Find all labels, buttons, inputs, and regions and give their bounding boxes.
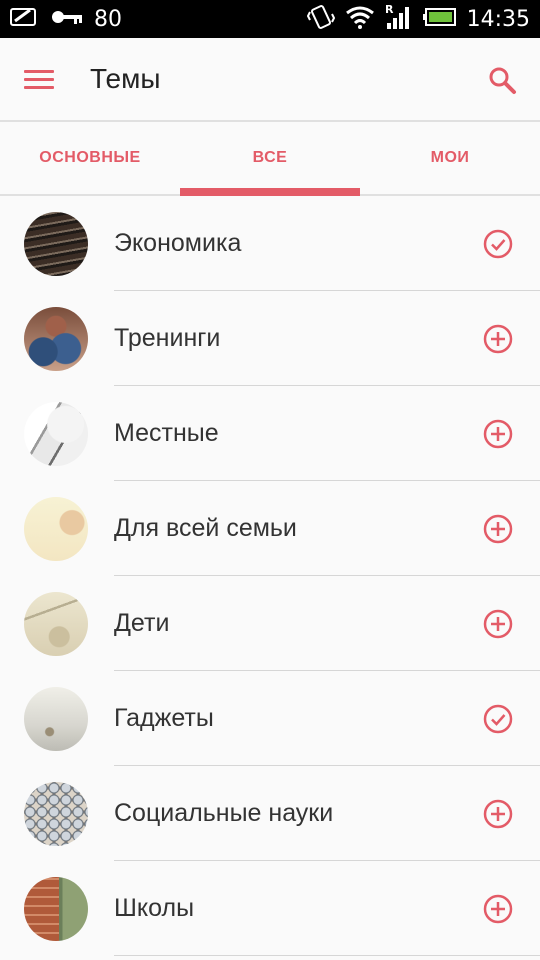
check-circle-icon <box>483 229 513 258</box>
search-button[interactable] <box>482 60 522 100</box>
topic-image <box>24 306 88 371</box>
add-circle-icon <box>483 324 513 353</box>
topic-image <box>24 591 88 656</box>
topic-image <box>24 686 88 751</box>
topics-list: Экономика Тренинги Местные Для всей семь… <box>0 196 540 956</box>
battery-percent: 80 <box>94 6 122 32</box>
search-icon <box>489 67 516 94</box>
check-circle-icon <box>483 704 513 733</box>
clock: 14:35 <box>466 6 530 32</box>
add-topic-button[interactable] <box>480 321 516 357</box>
list-item[interactable]: Для всей семьи <box>0 481 540 576</box>
page-title: Темы <box>90 63 161 94</box>
topic-label: Для всей семьи <box>114 514 297 542</box>
menu-button[interactable] <box>24 59 64 99</box>
add-circle-icon <box>483 894 513 923</box>
topic-label: Тренинги <box>114 324 221 352</box>
list-item[interactable]: Местные <box>0 386 540 481</box>
topic-label: Местные <box>114 419 219 447</box>
roaming-letter: R <box>385 3 394 16</box>
topic-label: Школы <box>114 894 195 922</box>
tab-mine[interactable]: МОИ <box>360 122 540 194</box>
add-topic-button[interactable] <box>480 416 516 452</box>
list-item[interactable]: Гаджеты <box>0 671 540 766</box>
topic-image <box>24 401 88 466</box>
topic-label: Гаджеты <box>114 704 214 732</box>
topic-image <box>24 781 88 846</box>
add-circle-icon <box>483 514 513 543</box>
signal-icon: R <box>385 3 413 35</box>
add-circle-icon <box>483 799 513 828</box>
battery-icon <box>422 7 457 31</box>
list-item[interactable]: Школы <box>0 861 540 956</box>
menu-icon <box>24 69 54 73</box>
tab-bar: ОСНОВНЫЕ ВСЕ МОИ <box>0 122 540 196</box>
add-circle-icon <box>483 419 513 448</box>
list-item[interactable]: Дети <box>0 576 540 671</box>
vibrate-icon <box>306 4 335 34</box>
tab-all[interactable]: ВСЕ <box>180 122 360 196</box>
wallet-icon <box>10 6 40 32</box>
topic-label: Социальные науки <box>114 799 334 827</box>
topic-label: Экономика <box>114 229 242 257</box>
topic-image <box>24 496 88 561</box>
status-right: R 14:35 <box>306 3 530 35</box>
add-topic-button[interactable] <box>480 796 516 832</box>
key-icon <box>50 6 84 32</box>
add-topic-button[interactable] <box>480 891 516 927</box>
list-item[interactable]: Социальные науки <box>0 766 540 861</box>
tab-main[interactable]: ОСНОВНЫЕ <box>0 122 180 194</box>
topic-label: Дети <box>114 609 170 637</box>
add-topic-button[interactable] <box>480 606 516 642</box>
list-item[interactable]: Тренинги <box>0 291 540 386</box>
topic-image <box>24 211 88 276</box>
list-item[interactable]: Экономика <box>0 196 540 291</box>
status-left: 80 <box>10 6 122 32</box>
subscribed-check-button[interactable] <box>480 701 516 737</box>
status-bar: 80 R 14:35 <box>0 0 540 38</box>
add-circle-icon <box>483 609 513 638</box>
topic-image <box>24 876 88 941</box>
app-bar: Темы <box>0 38 540 122</box>
add-topic-button[interactable] <box>480 511 516 547</box>
subscribed-check-button[interactable] <box>480 226 516 262</box>
wifi-icon <box>345 5 375 33</box>
